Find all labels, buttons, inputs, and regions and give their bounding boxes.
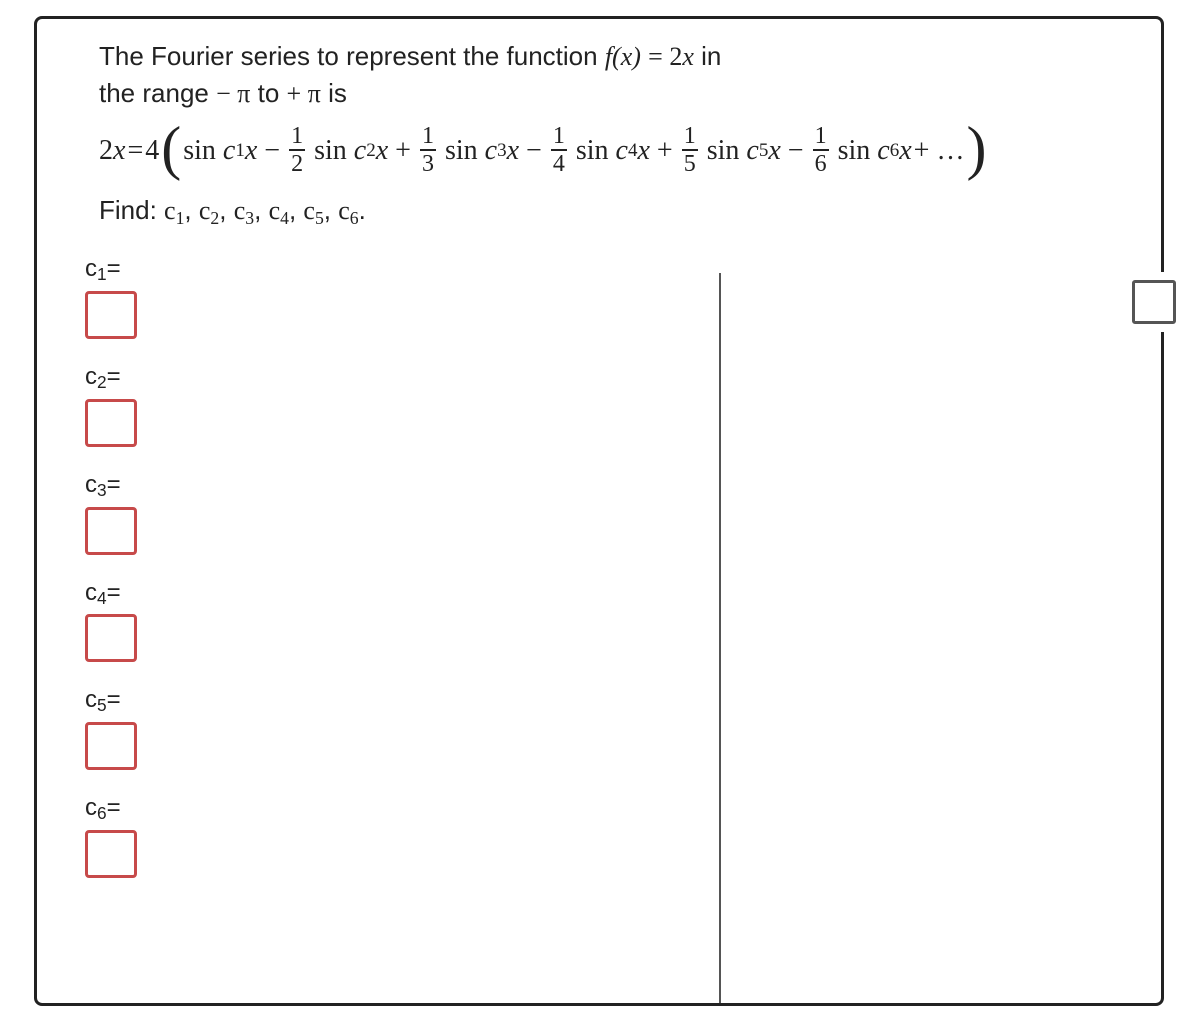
op-4: −: [521, 135, 547, 167]
find-c5: c5: [303, 196, 323, 225]
label-c2: c2=: [85, 363, 121, 393]
lhs: 2x: [99, 135, 125, 167]
in-word: in: [701, 41, 721, 71]
find-prefix: Find:: [99, 195, 164, 225]
find-line: Find: c1, c2, c3, c4, c5, c6.: [69, 195, 1129, 229]
trailing: + …: [914, 135, 965, 167]
answer-inputs: c1= c2= c3= c4=: [69, 255, 1129, 878]
frac-1-5: 15: [682, 124, 698, 176]
frac-1-4: 14: [551, 124, 567, 176]
frac-1-3: 13: [420, 124, 436, 176]
find-c2: c2: [199, 196, 219, 225]
plus-pi: + π: [287, 79, 321, 108]
frac-1-2: 12: [289, 124, 305, 176]
label-c5: c5=: [85, 686, 121, 716]
input-c2[interactable]: [85, 399, 137, 447]
is-word: is: [328, 78, 347, 108]
flag-question-checkbox[interactable]: [1132, 280, 1176, 324]
coeff: 4: [145, 135, 159, 167]
to-word: to: [258, 78, 287, 108]
term-5: 15 sin c5x: [680, 125, 781, 177]
input-group-c6: c6=: [85, 794, 1129, 878]
input-group-c5: c5=: [85, 686, 1129, 770]
input-group-c3: c3=: [85, 471, 1129, 555]
input-c6[interactable]: [85, 830, 137, 878]
term-6: 16 sin c6x: [811, 125, 912, 177]
term-2: 12 sin c2x: [287, 125, 388, 177]
prompt-block: The Fourier series to represent the func…: [69, 39, 1129, 111]
two-x: 2x: [669, 42, 694, 71]
term-4: 14 sin c4x: [549, 125, 650, 177]
fourier-equation: 2x = 4 ( sin c1x − 12 sin c2x + 13 sin c…: [69, 125, 1129, 177]
input-group-c4: c4=: [85, 579, 1129, 663]
op-3: +: [390, 135, 416, 167]
input-c5[interactable]: [85, 722, 137, 770]
term-1: sin c1x: [183, 135, 257, 167]
input-group-c1: c1=: [85, 255, 1129, 339]
column-separator: [719, 273, 721, 1003]
equals: =: [127, 135, 143, 167]
range-prefix: the range: [99, 78, 216, 108]
page: The Fourier series to represent the func…: [0, 0, 1200, 1027]
input-c4[interactable]: [85, 614, 137, 662]
label-c6: c6=: [85, 794, 121, 824]
op-6: −: [783, 135, 809, 167]
find-c6: c6: [338, 196, 358, 225]
op-5: +: [652, 135, 678, 167]
label-c1: c1=: [85, 255, 121, 285]
frac-1-6: 16: [813, 124, 829, 176]
term-3: 13 sin c3x: [418, 125, 519, 177]
prompt-line-1: The Fourier series to represent the func…: [99, 39, 1121, 74]
minus-pi: − π: [216, 79, 250, 108]
fx: f(x): [605, 42, 641, 71]
label-c3: c3=: [85, 471, 121, 501]
op-2: −: [259, 135, 285, 167]
input-c1[interactable]: [85, 291, 137, 339]
find-c1: c1: [164, 196, 184, 225]
find-c3: c3: [234, 196, 254, 225]
eq-sign: =: [648, 42, 669, 71]
prompt-line-2: the range − π to + π is: [99, 76, 1121, 111]
prompt-prefix: The Fourier series to represent the func…: [99, 41, 605, 71]
input-group-c2: c2=: [85, 363, 1129, 447]
label-c4: c4=: [85, 579, 121, 609]
find-c4: c4: [269, 196, 289, 225]
input-c3[interactable]: [85, 507, 137, 555]
question-frame: The Fourier series to represent the func…: [34, 16, 1164, 1006]
